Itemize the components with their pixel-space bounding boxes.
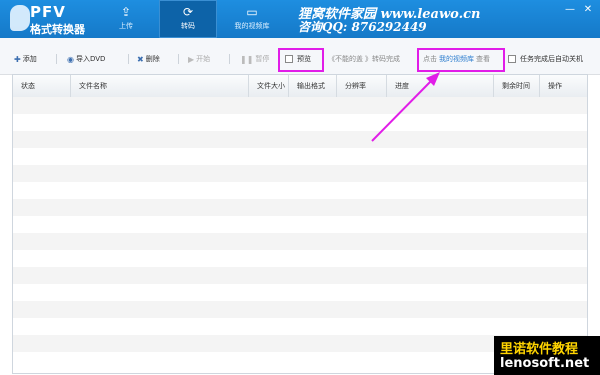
title-bar: PFV 格式转换器 ⇪ 上传 ⟳ 转码 ▭ 我的视频库 狸窝软件家园 www.l… [0, 0, 600, 38]
tab-convert[interactable]: ⟳ 转码 [159, 0, 217, 38]
tab-video-library-label: 我的视频库 [234, 22, 270, 30]
disc-icon: ◉ [67, 54, 74, 64]
delete-button[interactable]: ✖ 删除 [137, 54, 160, 64]
column-actions[interactable]: 操作 [540, 75, 587, 97]
logo-mark-icon [10, 5, 30, 31]
column-progress[interactable]: 进度 [387, 75, 494, 97]
corner-badge: 里诺软件教程 lenosoft.net [494, 336, 600, 375]
table-row [13, 267, 587, 284]
column-status[interactable]: 状态 [13, 75, 71, 97]
ticker-mid: 》转码完成 [365, 55, 400, 63]
pause-label: 暂停 [255, 55, 270, 63]
plus-icon: ✚ [14, 54, 21, 64]
add-button[interactable]: ✚ 添加 [14, 54, 37, 64]
corner-badge-title: 里诺软件教程 [500, 342, 579, 357]
window-controls: — ✕ [562, 3, 596, 17]
table-row [13, 182, 587, 199]
conversion-ticker: 《不能的盖 》转码完成 [328, 54, 400, 64]
add-label: 添加 [22, 55, 37, 63]
table-row [13, 114, 587, 131]
ticker-prefix: 《不能的盖 [328, 55, 363, 63]
column-output-format[interactable]: 输出格式 [289, 75, 337, 97]
minimize-icon[interactable]: — [562, 3, 578, 17]
column-resolution[interactable]: 分辨率 [337, 75, 387, 97]
table-row [13, 318, 587, 335]
table-header: 状态 文件名称 文件大小 输出格式 分辨率 进度 剩余时间 操作 [13, 75, 587, 98]
divider [229, 54, 230, 64]
divider [56, 54, 57, 64]
column-file-name[interactable]: 文件名称 [71, 75, 249, 97]
table-row [13, 250, 587, 267]
tab-video-library[interactable]: ▭ 我的视频库 [221, 0, 283, 38]
auto-shutdown-checkbox[interactable]: 任务完成后自动关机 [508, 54, 583, 64]
delete-label: 删除 [145, 55, 160, 63]
table-row [13, 233, 587, 250]
divider [178, 54, 179, 64]
convert-icon: ⟳ [182, 5, 194, 19]
auto-shutdown-label: 任务完成后自动关机 [520, 55, 583, 63]
tab-convert-label: 转码 [181, 22, 195, 30]
import-dvd-button[interactable]: ◉ 导入DVD [67, 54, 105, 64]
start-button[interactable]: ▶ 开始 [188, 54, 210, 64]
checkbox-icon [508, 55, 516, 63]
table-row [13, 284, 587, 301]
table-row [13, 301, 587, 318]
table-row [13, 165, 587, 182]
app-title: 格式转换器 [30, 23, 85, 36]
delete-icon: ✖ [137, 54, 144, 64]
table-row [13, 199, 587, 216]
upload-icon: ⇪ [120, 5, 132, 19]
logo-text: PFV [30, 3, 66, 21]
play-icon: ▶ [188, 54, 195, 64]
preview-highlight-box [278, 48, 324, 72]
app-logo: PFV 格式转换器 [4, 2, 100, 36]
library-highlight-box [417, 48, 505, 72]
start-label: 开始 [196, 55, 211, 63]
import-dvd-label: 导入DVD [75, 55, 106, 63]
close-icon[interactable]: ✕ [580, 3, 596, 17]
divider [128, 54, 129, 64]
column-remaining-time[interactable]: 剩余时间 [494, 75, 540, 97]
table-body [13, 97, 587, 369]
tab-upload[interactable]: ⇪ 上传 [97, 0, 155, 38]
tab-upload-label: 上传 [119, 22, 133, 30]
column-file-size[interactable]: 文件大小 [249, 75, 289, 97]
pause-button[interactable]: ❚❚ 暂停 [240, 54, 269, 64]
video-library-icon: ▭ [246, 5, 258, 19]
watermark-qq: 咨询QQ: 876292449 [298, 20, 427, 34]
file-table: 状态 文件名称 文件大小 输出格式 分辨率 进度 剩余时间 操作 [12, 74, 588, 374]
table-row [13, 97, 587, 114]
corner-badge-url: lenosoft.net [500, 356, 590, 371]
table-row [13, 216, 587, 233]
table-row [13, 148, 587, 165]
table-row [13, 131, 587, 148]
pause-icon: ❚❚ [240, 54, 254, 64]
